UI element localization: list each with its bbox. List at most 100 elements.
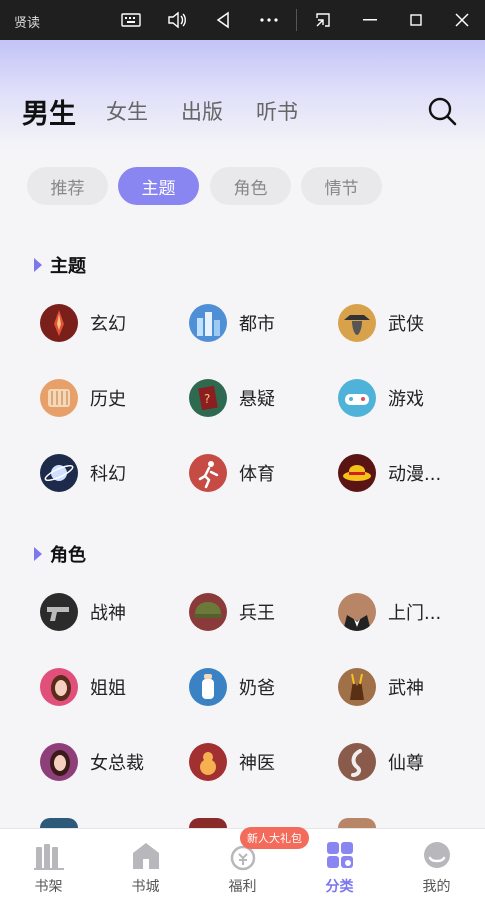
volume-icon[interactable]: [164, 8, 190, 32]
category-dushi[interactable]: 都市: [189, 303, 275, 343]
category-youxi[interactable]: 游戏: [338, 378, 424, 418]
minimize-icon[interactable]: [357, 8, 383, 32]
chip-plot[interactable]: 情节: [301, 167, 382, 205]
category-tiyu[interactable]: 体育: [189, 453, 275, 493]
partial-category-icon: [189, 818, 227, 828]
game-icon: [338, 379, 376, 417]
category-label: 战神: [90, 603, 126, 624]
category-wushen[interactable]: 武神: [338, 667, 424, 707]
category-dongman[interactable]: 动漫...: [338, 453, 441, 493]
chip-role[interactable]: 角色: [210, 167, 291, 205]
category-label: 游戏: [388, 389, 424, 410]
chip-label: 主题: [141, 178, 176, 199]
nav-label: 我的: [422, 879, 451, 895]
history-icon: [40, 379, 78, 417]
close-icon[interactable]: [449, 8, 475, 32]
scifi-icon: [40, 454, 78, 492]
header: 男生 女生 出版 听书: [0, 40, 485, 150]
ceo-woman-icon: [40, 743, 78, 781]
category-xuanyi[interactable]: ? 悬疑: [189, 378, 275, 418]
window-title: 贤读: [14, 16, 41, 31]
category-label: 玄幻: [90, 314, 126, 335]
tab-audiobook[interactable]: 听书: [256, 96, 298, 126]
back-icon[interactable]: [210, 8, 236, 32]
gourd-icon: [189, 743, 227, 781]
wuxia-icon: [338, 304, 376, 342]
suit-icon: [338, 593, 376, 631]
gun-icon: [40, 593, 78, 631]
keyboard-icon[interactable]: [118, 8, 144, 32]
chip-label: 角色: [233, 178, 268, 199]
category-label: 悬疑: [239, 389, 275, 410]
store-icon: [133, 843, 159, 869]
category-label: 体育: [239, 464, 275, 485]
category-jiejie[interactable]: 姐姐: [40, 667, 126, 707]
category-label: 上门...: [388, 603, 442, 624]
nav-profile[interactable]: 我的: [388, 829, 485, 903]
category-nvzongcai[interactable]: 女总裁: [40, 742, 144, 782]
section-marker-icon: [34, 547, 42, 561]
baby-bottle-icon: [189, 668, 227, 706]
category-label: 武侠: [388, 314, 424, 335]
nav-label: 书架: [34, 879, 63, 895]
chip-label: 推荐: [50, 178, 85, 199]
category-xianzun[interactable]: 仙尊: [338, 742, 424, 782]
category-shenyi[interactable]: 神医: [189, 742, 275, 782]
warrior-icon: [338, 668, 376, 706]
section-title-text: 角色: [50, 545, 86, 566]
category-wuxia[interactable]: 武侠: [338, 303, 424, 343]
category-icon: [327, 842, 353, 868]
svg-text:?: ?: [204, 392, 210, 406]
anime-icon: [338, 454, 376, 492]
welfare-badge[interactable]: 新人大礼包: [240, 827, 309, 849]
woman-icon: [40, 668, 78, 706]
tab-male[interactable]: 男生: [22, 92, 78, 131]
tab-label: 男生: [22, 99, 76, 130]
bookshelf-icon: [34, 844, 64, 870]
category-label: 奶爸: [239, 678, 275, 699]
category-bingwang[interactable]: 兵王: [189, 592, 275, 632]
chip-theme[interactable]: 主题: [118, 167, 199, 205]
window-titlebar: 贤读: [0, 0, 485, 40]
section-marker-icon: [34, 258, 42, 272]
category-naiba[interactable]: 奶爸: [189, 667, 275, 707]
titlebar-divider: [296, 9, 297, 31]
profile-icon: [424, 842, 450, 868]
nav-store[interactable]: 书城: [97, 829, 194, 903]
search-icon[interactable]: [426, 95, 458, 127]
sports-icon: [189, 454, 227, 492]
category-zhanshen[interactable]: 战神: [40, 592, 126, 632]
maximize-icon[interactable]: [403, 8, 429, 32]
category-kehuan[interactable]: 科幻: [40, 453, 126, 493]
nav-label: 书城: [131, 879, 160, 895]
city-icon: [189, 304, 227, 342]
partial-category-icon: [338, 818, 376, 828]
chip-recommend[interactable]: 推荐: [27, 167, 108, 205]
xuanhuan-icon: [40, 304, 78, 342]
tab-label: 出版: [181, 100, 223, 124]
section-title-theme: 主题: [34, 252, 86, 278]
category-lishi[interactable]: 历史: [40, 378, 126, 418]
section-title-role: 角色: [34, 541, 86, 567]
section-title-text: 主题: [50, 256, 86, 277]
category-label: 神医: [239, 753, 275, 774]
category-label: 仙尊: [388, 753, 424, 774]
popout-icon[interactable]: [310, 8, 336, 32]
helmet-icon: [189, 593, 227, 631]
category-label: 姐姐: [90, 678, 126, 699]
nav-bookshelf[interactable]: 书架: [0, 829, 97, 903]
tab-female[interactable]: 女生: [106, 96, 148, 126]
category-xuanhuan[interactable]: 玄幻: [40, 303, 126, 343]
more-icon[interactable]: [256, 8, 282, 32]
category-label: 动漫...: [388, 464, 442, 485]
category-label: 历史: [90, 389, 126, 410]
tab-label: 听书: [256, 100, 298, 124]
category-label: 女总裁: [90, 753, 144, 774]
chip-label: 情节: [324, 178, 359, 199]
nav-label: 分类: [325, 879, 354, 895]
tab-publish[interactable]: 出版: [181, 96, 223, 126]
category-shangmen[interactable]: 上门...: [338, 592, 441, 632]
immortal-icon: [338, 743, 376, 781]
category-label: 武神: [388, 678, 424, 699]
category-label: 科幻: [90, 464, 126, 485]
